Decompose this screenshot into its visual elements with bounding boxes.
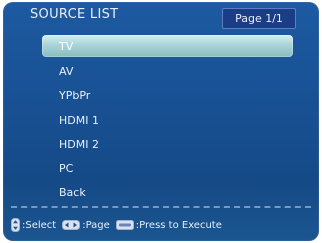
select-hint: :Select <box>22 219 57 231</box>
footer-divider <box>11 206 311 208</box>
source-list-panel: SOURCE LIST Page 1/1 TV AV YPbPr HDMI 1 … <box>3 2 319 241</box>
key-hint-bar: :Select :Page :Press to Execute <box>11 217 222 233</box>
source-item-hdmi1[interactable]: HDMI 1 <box>42 108 293 132</box>
left-right-icon <box>62 220 81 230</box>
source-item-tv[interactable]: TV <box>42 35 293 57</box>
source-item-pc[interactable]: PC <box>42 156 293 180</box>
page-hint: :Page <box>82 219 110 231</box>
source-item-ypbpr[interactable]: YPbPr <box>42 84 293 108</box>
panel-title: SOURCE LIST <box>30 7 119 22</box>
enter-key-icon <box>115 220 134 230</box>
source-item-hdmi2[interactable]: HDMI 2 <box>42 132 293 156</box>
up-down-icon <box>11 218 20 232</box>
execute-hint: :Press to Execute <box>135 219 222 231</box>
source-list: TV AV YPbPr HDMI 1 HDMI 2 PC Back <box>42 35 293 205</box>
page-indicator: Page 1/1 <box>222 8 296 29</box>
source-item-back[interactable]: Back <box>42 181 293 205</box>
source-item-av[interactable]: AV <box>42 59 293 83</box>
